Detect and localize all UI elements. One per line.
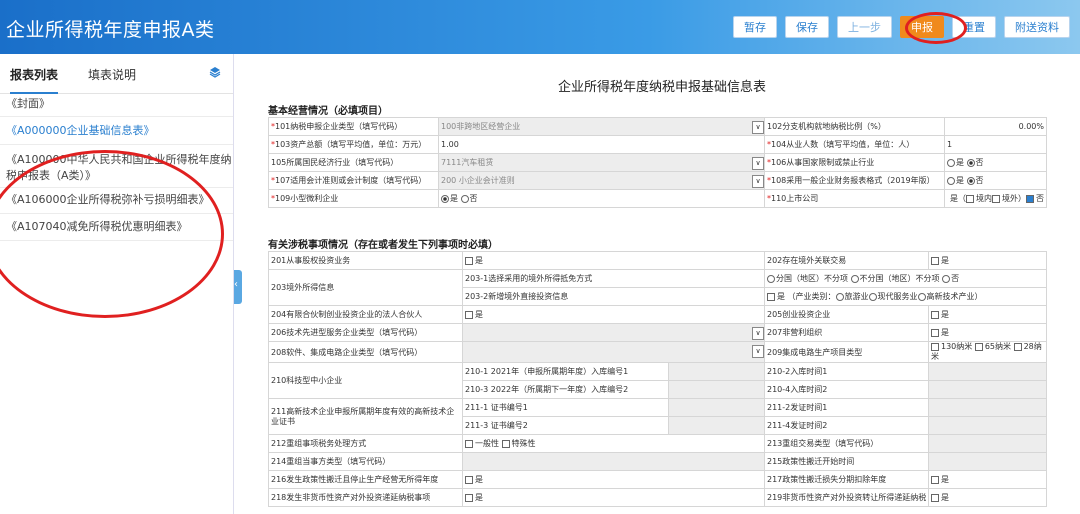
checkbox-domestic[interactable] bbox=[966, 194, 974, 203]
restructure-party-field[interactable] bbox=[462, 452, 765, 471]
radio-yes[interactable] bbox=[947, 176, 955, 185]
sidebar-item-a000000[interactable]: 《A000000企业基础信息表》 bbox=[6, 123, 155, 139]
table-row: 210科技型中小企业 210-1 2021年（申报所属期年度）入库编号1 210… bbox=[268, 362, 1047, 399]
table-row: *109小型微利企业 是 否 *110上市公司 是（ 境内 境外）否 bbox=[268, 189, 1047, 208]
radio-203-c[interactable] bbox=[942, 274, 951, 283]
sidebar-item-a106000[interactable]: 《A106000企业所得税弥补亏损明细表》 bbox=[6, 192, 210, 208]
certificate-number-2-field[interactable] bbox=[668, 416, 765, 435]
temp-save-button[interactable]: 暂存 bbox=[733, 16, 777, 38]
radio-no[interactable] bbox=[966, 176, 975, 185]
radio-203-b[interactable] bbox=[850, 274, 859, 283]
checkbox-130nm[interactable] bbox=[931, 342, 939, 351]
software-ic-type-select[interactable] bbox=[462, 341, 765, 363]
app-header: 企业所得税年度申报A类 暂存 保存 上一步 申报 重置 附送资料 bbox=[0, 0, 1080, 54]
table-row: 105所属国民经济行业（填写代码） 7111汽车租赁 *106从事国家限制或禁止… bbox=[268, 153, 1047, 172]
divider bbox=[0, 116, 233, 117]
table-row: 208软件、集成电路企业类型（填写代码） 209集成电路生产项目类型 130纳米… bbox=[268, 341, 1047, 363]
issue-time-1-field[interactable] bbox=[928, 398, 1047, 417]
table-row: *107适用会计准则或会计制度（填写代码） 200 小企业会计准则 *108采用… bbox=[268, 171, 1047, 190]
section-tax-title: 有关涉税事项情况（存在或者发生下列事项时必填） bbox=[268, 240, 498, 251]
storage-number-1-field[interactable] bbox=[668, 362, 765, 381]
checkbox-217[interactable] bbox=[931, 475, 939, 484]
table-row: 214重组当事方类型（填写代码） 215政策性搬迁开始时间 bbox=[268, 452, 1047, 471]
divider bbox=[0, 213, 233, 214]
sidebar-item-a100000[interactable]: 《A100000中华人民共和国企业所得税年度纳 税申报表（A类）》 bbox=[6, 152, 232, 184]
tax-matters-table: 201从事股权投资业务 是 202存在境外关联交易 是 203境外所得信息 20… bbox=[268, 251, 1047, 507]
industry-select[interactable]: 7111汽车租赁 bbox=[438, 153, 765, 172]
restructure-type-field[interactable] bbox=[928, 434, 1047, 453]
checkbox-65nm[interactable] bbox=[974, 342, 983, 351]
divider bbox=[0, 144, 233, 145]
sidebar-collapse-handle[interactable] bbox=[234, 270, 242, 304]
issue-time-2-field[interactable] bbox=[928, 416, 1047, 435]
checkbox-overseas[interactable] bbox=[992, 194, 1000, 203]
table-row: 201从事股权投资业务 是 202存在境外关联交易 是 bbox=[268, 251, 1047, 270]
divider bbox=[0, 187, 233, 188]
table-row: 216发生政策性搬迁且停止生产经营无所得年度 是 217政策性搬迁损失分期扣除年… bbox=[268, 470, 1047, 489]
checkbox-201[interactable] bbox=[465, 256, 473, 265]
reset-button[interactable]: 重置 bbox=[952, 16, 996, 38]
radio-high-tech[interactable] bbox=[917, 292, 926, 301]
table-row: 204有限合伙制创业投资企业的法人合伙人 是 205创业投资企业 是 bbox=[268, 305, 1047, 324]
table-row: 203境外所得信息 203-1选择采用的境外所得抵免方式 分国（地区）不分项 不… bbox=[268, 269, 1047, 306]
save-button[interactable]: 保存 bbox=[785, 16, 829, 38]
checkbox-28nm[interactable] bbox=[1013, 342, 1022, 351]
storage-time-1-field[interactable] bbox=[928, 362, 1047, 381]
sidebar-item-label: 税申报表（A类）》 bbox=[6, 169, 97, 182]
attachments-button[interactable]: 附送资料 bbox=[1004, 16, 1070, 38]
radio-no[interactable] bbox=[460, 194, 469, 203]
table-row: 211高新技术企业申报所属期年度有效的高新技术企业证书 211-1 证书编号1 … bbox=[268, 398, 1047, 435]
table-row: 212重组事项税务处理方式 一般性 特殊性 213重组交易类型（填写代码） bbox=[268, 434, 1047, 453]
radio-tourism[interactable] bbox=[835, 292, 844, 301]
enterprise-type-select[interactable]: 100非跨地区经营企业 bbox=[438, 117, 765, 136]
layers-icon[interactable] bbox=[209, 66, 221, 78]
tech-service-type-select[interactable] bbox=[462, 323, 765, 342]
tab-fill-instructions[interactable]: 填表说明 bbox=[88, 66, 136, 83]
storage-time-2-field[interactable] bbox=[928, 380, 1047, 399]
storage-number-2-field[interactable] bbox=[668, 380, 765, 399]
sidebar: 报表列表 填表说明 《封面》 《A000000企业基础信息表》 《A100000… bbox=[0, 54, 234, 514]
radio-yes[interactable] bbox=[947, 158, 955, 167]
checkbox-203-2[interactable] bbox=[767, 292, 775, 301]
radio-modern-service[interactable] bbox=[868, 292, 877, 301]
sidebar-item-a107040[interactable]: 《A107040减免所得税优惠明细表》 bbox=[6, 219, 188, 235]
certificate-number-1-field[interactable] bbox=[668, 398, 765, 417]
checkbox-218[interactable] bbox=[465, 493, 473, 502]
table-row: 206技术先进型服务企业类型（填写代码） 207非营利组织 是 bbox=[268, 323, 1047, 342]
checkbox-207[interactable] bbox=[931, 328, 939, 337]
radio-yes[interactable] bbox=[441, 194, 449, 203]
form-title: 企业所得税年度纳税申报基础信息表 bbox=[557, 80, 766, 95]
table-row: *103资产总额（填写平均值，单位：万元） 1.00 *104从业人数（填写平均… bbox=[268, 135, 1047, 154]
divider bbox=[0, 240, 233, 241]
basic-info-table: *101纳税申报企业类型（填写代码） 100非跨地区经营企业 102分支机构就地… bbox=[268, 117, 1047, 208]
checkbox-204[interactable] bbox=[465, 310, 473, 319]
table-row: 218发生非货币性资产对外投资递延纳税事项 是 219非货币性资产对外投资转让所… bbox=[268, 488, 1047, 507]
declare-button[interactable]: 申报 bbox=[900, 16, 944, 38]
previous-step-button[interactable]: 上一步 bbox=[837, 16, 892, 38]
checkbox-219[interactable] bbox=[931, 493, 939, 502]
radio-no[interactable] bbox=[966, 158, 975, 167]
table-row: *101纳税申报企业类型（填写代码） 100非跨地区经营企业 102分支机构就地… bbox=[268, 117, 1047, 136]
checkbox-202[interactable] bbox=[931, 256, 939, 265]
sidebar-tabs: 报表列表 填表说明 bbox=[0, 54, 233, 94]
app-title: 企业所得税年度申报A类 bbox=[6, 19, 215, 41]
checkbox-special[interactable] bbox=[501, 439, 510, 448]
employee-count-field[interactable]: 1 bbox=[944, 135, 1047, 154]
section-basic-title: 基本经营情况（必填项目） bbox=[268, 106, 388, 117]
total-assets-field[interactable]: 1.00 bbox=[438, 135, 765, 154]
toolbar: 暂存 保存 上一步 申报 重置 附送资料 bbox=[733, 16, 1070, 38]
tab-report-list[interactable]: 报表列表 bbox=[10, 66, 59, 94]
accounting-standard-select[interactable]: 200 小企业会计准则 bbox=[438, 171, 765, 190]
branch-ratio-field[interactable]: 0.00% bbox=[944, 117, 1047, 136]
checkbox-no[interactable] bbox=[1026, 194, 1034, 203]
checkbox-general[interactable] bbox=[465, 439, 473, 448]
relocation-start-field[interactable] bbox=[928, 452, 1047, 471]
checkbox-216[interactable] bbox=[465, 475, 473, 484]
sidebar-item-cover[interactable]: 《封面》 bbox=[6, 96, 50, 112]
radio-203-a[interactable] bbox=[767, 274, 775, 283]
checkbox-205[interactable] bbox=[931, 310, 939, 319]
sidebar-item-label: 《A100000中华人民共和国企业所得税年度纳 bbox=[6, 153, 232, 166]
main-form-area: 企业所得税年度纳税申报基础信息表 基本经营情况（必填项目） *101纳税申报企业… bbox=[244, 54, 1080, 514]
